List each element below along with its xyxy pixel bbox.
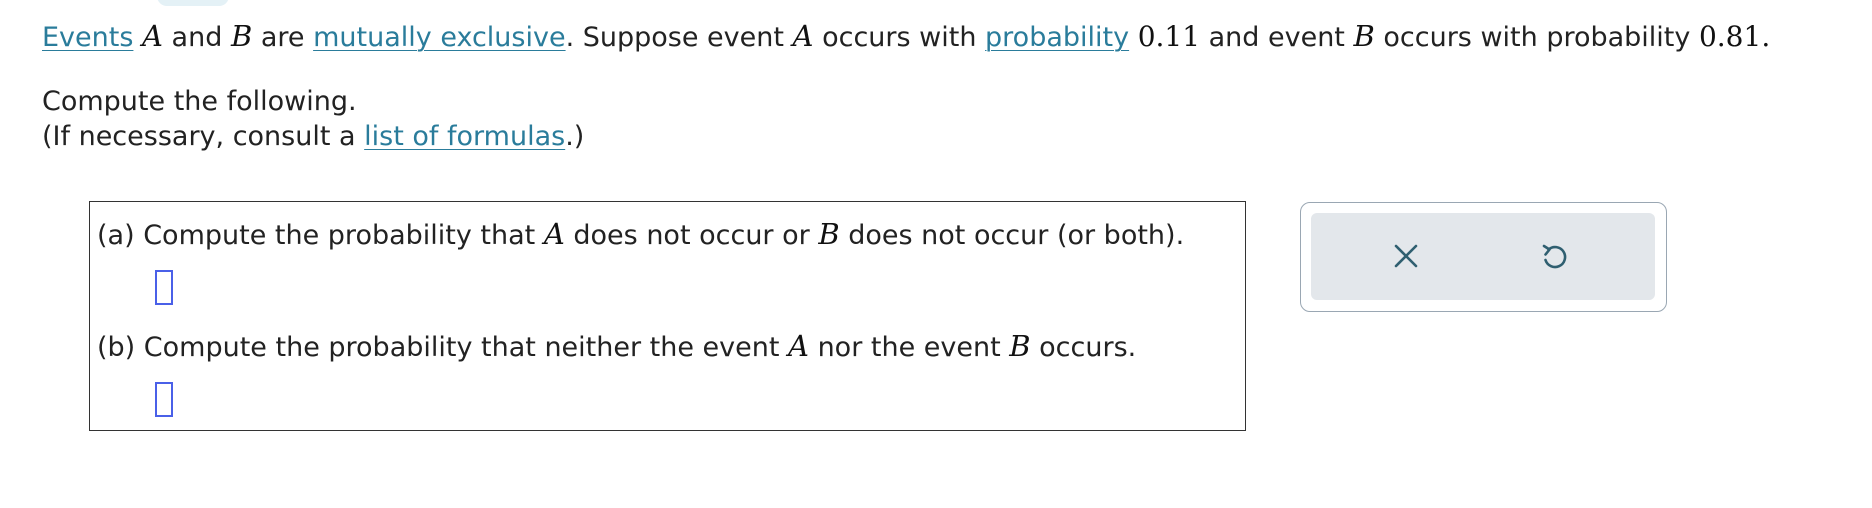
variable-b: B [818,217,840,251]
answer-tools-bar [1311,213,1655,300]
question-b-prefix: (b) Compute the probability that neither… [97,332,789,363]
probability-b-value: 0.81 [1698,20,1762,53]
statement-text: occurs with [813,22,986,53]
undo-button[interactable] [1529,231,1579,281]
variable-a: A [792,19,814,53]
variable-a: A [788,329,809,363]
statement-text: are [252,22,314,53]
x-icon [1394,244,1418,268]
compute-instruction: Compute the following. [42,86,357,117]
undo-icon [1542,244,1567,269]
question-b-middle: nor the event [808,332,1010,363]
consult-prefix: (If necessary, consult a [42,121,365,152]
question-b-text: (b) Compute the probability that neither… [97,328,1136,366]
question-a-middle: does not occur or [564,220,819,251]
question-b-suffix: occurs. [1030,332,1137,363]
mutually-exclusive-link[interactable]: mutually exclusive [313,22,565,53]
questions-box: (a) Compute the probability that A does … [89,201,1246,431]
instructions: Compute the following. (If necessary, co… [42,84,584,154]
events-link[interactable]: Events [42,22,133,53]
list-of-formulas-link[interactable]: list of formulas [364,121,565,152]
answer-b-input[interactable] [155,382,173,417]
probability-link[interactable]: probability [985,22,1129,53]
variable-b: B [1009,329,1031,363]
question-a-prefix: (a) Compute the probability that [97,220,544,251]
answer-a-input[interactable] [155,270,173,305]
probability-a-value: 0.11 [1137,20,1201,53]
variable-b: B [230,19,253,53]
question-a-suffix: does not occur (or both). [839,220,1185,251]
statement-text: . Suppose event [565,22,793,53]
statement-text: occurs with probability [1374,22,1699,53]
variable-a: A [543,217,565,251]
consult-suffix: .) [565,121,585,152]
answer-tools-panel [1300,202,1667,312]
problem-statement: Events and A and B are mutually exclusiv… [42,14,1770,60]
variable-a: A [142,19,163,53]
variable-b: B [1353,19,1375,53]
statement-text: and event [1200,22,1354,53]
consult-instruction: (If necessary, consult a list of formula… [42,119,584,154]
clear-button[interactable] [1381,231,1431,281]
top-tab-edge [157,0,229,6]
statement-text: and [162,22,231,53]
statement-period: . [1761,20,1771,53]
question-a-text: (a) Compute the probability that A does … [97,216,1184,254]
